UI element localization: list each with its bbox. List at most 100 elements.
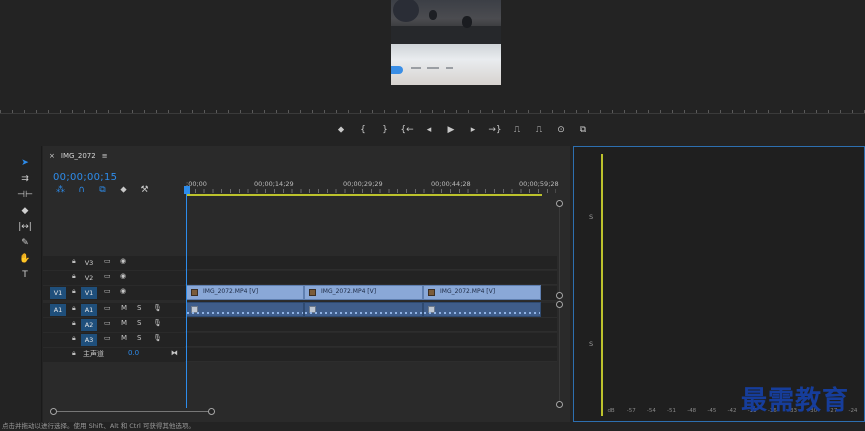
sync-lock-icon[interactable]: ▭ xyxy=(104,319,111,327)
nest-icon[interactable]: ⁂ xyxy=(55,185,66,195)
razor-tool-icon[interactable]: ◆ xyxy=(17,204,33,218)
sync-lock-icon[interactable]: ▭ xyxy=(104,334,111,342)
track-area-a2[interactable] xyxy=(185,318,557,332)
timeline-tab[interactable]: × IMG_2072 ≡ xyxy=(49,152,108,160)
mark-in-icon[interactable]: { xyxy=(352,122,374,138)
solo-button[interactable]: S xyxy=(137,334,141,342)
track-name[interactable]: A2 xyxy=(81,319,97,331)
scroll-handle[interactable] xyxy=(556,401,563,408)
eye-icon[interactable]: ◉ xyxy=(120,257,126,265)
playhead-line[interactable] xyxy=(186,194,187,408)
lock-icon[interactable]: 🔒︎ xyxy=(72,319,76,328)
audio-clip[interactable] xyxy=(423,302,541,317)
track-select-tool-icon[interactable]: ⇉ xyxy=(17,172,33,186)
type-tool-icon[interactable]: T xyxy=(17,268,33,282)
step-forward-icon[interactable]: ▸ xyxy=(462,122,484,138)
step-back-icon[interactable]: ◂ xyxy=(418,122,440,138)
export-frame-icon[interactable]: ⊙ xyxy=(550,122,572,138)
track-area-v2[interactable] xyxy=(185,271,557,285)
lock-icon[interactable]: 🔒︎ xyxy=(72,272,76,281)
go-to-end-icon[interactable]: ⧓ xyxy=(171,349,178,357)
extract-icon[interactable]: ⎍ xyxy=(528,122,550,138)
scroll-handle[interactable] xyxy=(556,301,563,308)
eye-icon[interactable]: ◉ xyxy=(120,272,126,280)
solo-label[interactable]: S xyxy=(589,340,593,348)
track-area-master[interactable] xyxy=(185,348,557,362)
mute-button[interactable]: M xyxy=(121,334,127,342)
fx-badge-icon xyxy=(309,289,316,296)
mark-out-icon[interactable]: } xyxy=(374,122,396,138)
track-name[interactable]: V3 xyxy=(81,257,97,269)
track-area-v3[interactable] xyxy=(185,256,557,270)
mute-button[interactable]: M xyxy=(121,304,127,312)
track-name[interactable]: A1 xyxy=(81,304,97,316)
timeline-time-ruler[interactable]: ;00;00 00;00;14;29 00;00;29;29 00;00;44;… xyxy=(186,176,559,196)
source-patch-v1[interactable]: V1 xyxy=(50,287,66,299)
master-volume-value[interactable]: 0.0 xyxy=(128,349,139,357)
panel-menu-icon[interactable]: ≡ xyxy=(102,152,108,160)
lock-icon[interactable]: 🔒︎ xyxy=(72,334,76,343)
scroll-handle[interactable] xyxy=(556,292,563,299)
sync-lock-icon[interactable]: ▭ xyxy=(104,304,111,312)
snap-icon[interactable]: ∩ xyxy=(76,185,87,195)
track-header-master: 🔒︎ 主声道 0.0 ⧓ xyxy=(43,348,185,362)
scroll-handle[interactable] xyxy=(50,408,57,415)
hand-tool-icon[interactable]: ✋ xyxy=(17,252,33,266)
microphone-icon[interactable]: 🎙︎ xyxy=(153,334,162,342)
track-header-a1: A1 🔒︎ A1 ▭ M S 🎙︎ xyxy=(43,303,185,317)
lift-icon[interactable]: ⎍ xyxy=(506,122,528,138)
play-icon[interactable]: ▶ xyxy=(440,122,462,138)
scale-label: -51 xyxy=(667,408,677,414)
linked-selection-icon[interactable]: ⧉ xyxy=(97,185,108,195)
lock-icon[interactable]: 🔒︎ xyxy=(72,287,76,296)
sync-lock-icon[interactable]: ▭ xyxy=(104,257,111,265)
audio-clip[interactable] xyxy=(304,302,423,317)
microphone-icon[interactable]: 🎙︎ xyxy=(153,319,162,327)
pen-tool-icon[interactable]: ✎ xyxy=(17,236,33,250)
work-area-bar[interactable] xyxy=(186,194,542,196)
compare-icon[interactable]: ⧉ xyxy=(572,122,594,138)
track-name[interactable]: A3 xyxy=(81,334,97,346)
solo-button[interactable]: S xyxy=(137,304,141,312)
clip-label: IMG_2072.MP4 [V] xyxy=(440,288,496,295)
scale-label: -57 xyxy=(626,408,636,414)
selection-tool-icon[interactable]: ➤ xyxy=(17,156,33,170)
mute-button[interactable]: M xyxy=(121,319,127,327)
lock-icon[interactable]: 🔒︎ xyxy=(72,257,76,266)
status-bar: 点击并拖动以进行选择。使用 Shift、Alt 和 Ctrl 可获得其他选项。 xyxy=(0,422,865,431)
track-header-a3: 🔒︎ A3 ▭ M S 🎙︎ xyxy=(43,333,185,347)
close-icon[interactable]: × xyxy=(49,152,55,160)
microphone-icon[interactable]: 🎙︎ xyxy=(153,304,162,312)
sync-lock-icon[interactable]: ▭ xyxy=(104,287,111,295)
solo-button[interactable]: S xyxy=(137,319,141,327)
sync-lock-icon[interactable]: ▭ xyxy=(104,272,111,280)
video-clip[interactable]: IMG_2072.MP4 [V] xyxy=(423,285,541,300)
ripple-edit-tool-icon[interactable]: ⊣⊢ xyxy=(17,188,33,202)
marker-icon[interactable]: ⬥ xyxy=(330,122,352,138)
timeline-panel: × IMG_2072 ≡ 00;00;00;15 ⁂ ∩ ⧉ ⬥ ⚒ ;00;0… xyxy=(43,146,570,422)
clip-label: IMG_2072.MP4 [V] xyxy=(321,288,377,295)
track-name[interactable]: V1 xyxy=(81,287,97,299)
playhead-handle[interactable] xyxy=(184,186,190,194)
video-clip[interactable]: IMG_2072.MP4 [V] xyxy=(304,285,423,300)
track-name[interactable]: V2 xyxy=(81,272,97,284)
track-header-v1: V1 🔒︎ V1 ▭ ◉ xyxy=(43,286,185,300)
lock-icon[interactable]: 🔒︎ xyxy=(72,304,76,313)
add-marker-icon[interactable]: ⬥ xyxy=(118,185,129,195)
eye-icon[interactable]: ◉ xyxy=(120,287,126,295)
source-patch-a1[interactable]: A1 xyxy=(50,304,66,316)
audio-clip[interactable] xyxy=(186,302,304,317)
go-to-out-icon[interactable]: →} xyxy=(484,122,506,138)
slip-tool-icon[interactable]: |↔| xyxy=(17,220,33,234)
scroll-handle[interactable] xyxy=(208,408,215,415)
go-to-in-icon[interactable]: {← xyxy=(396,122,418,138)
solo-label[interactable]: S xyxy=(589,213,593,221)
settings-wrench-icon[interactable]: ⚒ xyxy=(139,185,150,195)
video-clip[interactable]: IMG_2072.MP4 [V] xyxy=(186,285,304,300)
horizontal-scrollbar[interactable] xyxy=(53,411,215,412)
playhead-timecode[interactable]: 00;00;00;15 xyxy=(53,172,117,183)
track-area-a3[interactable] xyxy=(185,333,557,347)
scroll-handle[interactable] xyxy=(556,200,563,207)
clip-label: IMG_2072.MP4 [V] xyxy=(203,288,259,295)
lock-icon[interactable]: 🔒︎ xyxy=(72,349,76,358)
